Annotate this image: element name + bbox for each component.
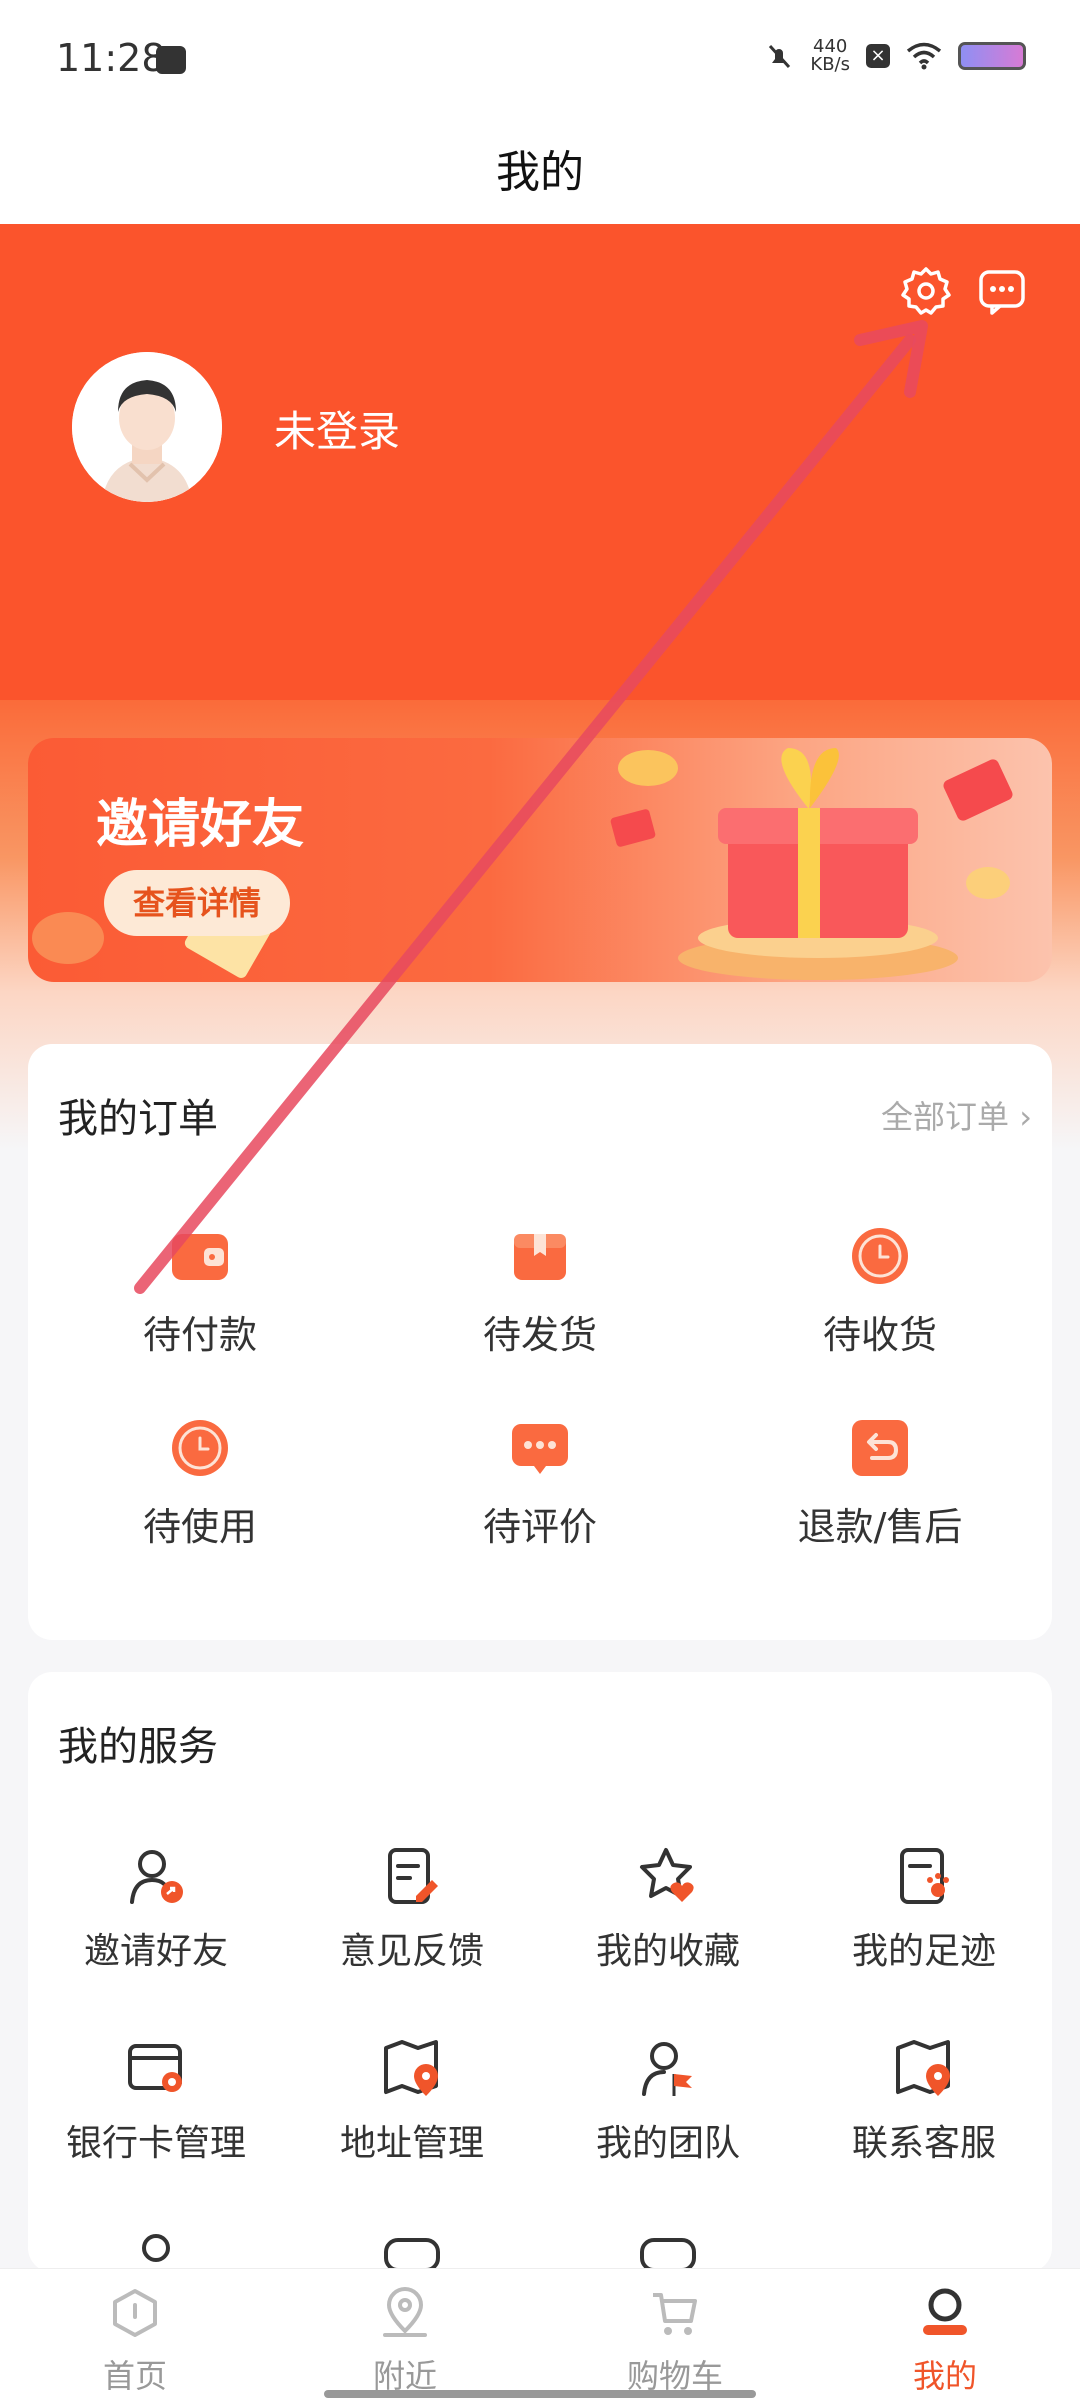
- tab-home[interactable]: 首页: [0, 2269, 270, 2408]
- package-icon: [514, 1234, 566, 1280]
- service-footprints[interactable]: 我的足迹: [796, 1844, 1052, 1974]
- network-speed: 440 KB/s: [810, 38, 850, 74]
- view-details-button[interactable]: 查看详情: [104, 870, 290, 936]
- order-pending-receipt[interactable]: 待收货: [760, 1224, 1000, 1359]
- comment-icon: [512, 1424, 568, 1474]
- bottom-tab-bar: 首页 附近 购物车 我的: [0, 2268, 1080, 2408]
- address-icon: [384, 2040, 438, 2096]
- orders-title: 我的订单: [58, 1096, 218, 1142]
- service-bank-cards[interactable]: 银行卡管理: [28, 2036, 284, 2166]
- service-addresses[interactable]: 地址管理: [284, 2036, 540, 2166]
- settings-button[interactable]: [900, 265, 952, 317]
- service-label: 我的足迹: [851, 1931, 996, 1972]
- more-service-icon: [142, 2234, 170, 2262]
- gift-illustration: [32, 748, 1013, 980]
- notification-icon: [156, 46, 186, 74]
- service-favorites[interactable]: 我的收藏: [540, 1844, 796, 1974]
- order-label: 待评价: [482, 1505, 597, 1549]
- order-pending-review[interactable]: 待评价: [420, 1416, 660, 1551]
- banner-title: 邀请好友: [96, 795, 305, 855]
- order-refund-aftersale[interactable]: 退款/售后: [760, 1416, 1000, 1551]
- service-label: 联系客服: [851, 2123, 996, 2164]
- message-button[interactable]: [976, 265, 1028, 317]
- service-customer-service[interactable]: 联系客服: [796, 2036, 1052, 2166]
- tab-nearby[interactable]: 附近: [270, 2269, 540, 2408]
- view-all-orders-link[interactable]: 全部订单 ›: [881, 1092, 1032, 1138]
- wifi-icon: [906, 42, 942, 70]
- return-icon: [852, 1420, 908, 1476]
- status-bar: 11:28 440 KB/s ×: [0, 0, 1080, 120]
- title-bar: 我的: [0, 120, 1080, 224]
- mute-icon: [769, 44, 791, 69]
- service-label: 我的团队: [595, 2123, 740, 2164]
- avatar-icon: [72, 352, 222, 502]
- service-label: 我的收藏: [595, 1931, 740, 1972]
- service-my-team[interactable]: 我的团队: [540, 2036, 796, 2166]
- invite-banner[interactable]: 邀请好友 查看详情: [28, 738, 1052, 982]
- chevron-right-icon: ›: [1019, 1098, 1032, 1136]
- order-pending-use[interactable]: 待使用: [80, 1416, 320, 1551]
- tab-profile[interactable]: 我的: [810, 2269, 1080, 2408]
- more-service-icon: [384, 2238, 440, 2272]
- order-label: 退款/售后: [797, 1505, 963, 1549]
- order-label: 待发货: [482, 1313, 597, 1357]
- cart-icon: [653, 2293, 697, 2335]
- favorite-icon: [640, 1848, 694, 1902]
- service-label: 意见反馈: [339, 1931, 484, 1972]
- status-icons: 440 KB/s ×: [764, 38, 1026, 74]
- services-card: 我的服务 邀请好友 意见反馈 我的收藏 我的足迹 银行卡管理 地址管理 我的团队…: [28, 1672, 1052, 2272]
- profile-icon: [923, 2288, 967, 2335]
- customer-service-icon: [896, 2040, 950, 2096]
- service-label: 邀请好友: [83, 1931, 228, 1972]
- wallet-icon: [172, 1234, 228, 1280]
- view-all-label: 全部订单: [881, 1098, 1010, 1136]
- more-service-icon: [640, 2238, 696, 2272]
- battery-icon: [958, 42, 1026, 70]
- order-label: 待使用: [142, 1505, 257, 1549]
- home-indicator[interactable]: [324, 2390, 756, 2398]
- tab-label: 首页: [102, 2357, 167, 2395]
- tab-cart[interactable]: 购物车: [540, 2269, 810, 2408]
- order-pending-payment[interactable]: 待付款: [80, 1224, 320, 1359]
- invite-user-icon: [130, 1850, 183, 1904]
- home-icon: [113, 2289, 157, 2337]
- feedback-icon: [388, 1848, 438, 1904]
- sim-off-icon: ×: [866, 44, 890, 68]
- tab-label: 我的: [912, 2357, 977, 2395]
- service-invite-friends[interactable]: 邀请好友: [28, 1844, 284, 1974]
- service-label: 银行卡管理: [65, 2123, 246, 2164]
- orders-card: 我的订单 全部订单 › 待付款 待发货 待收货 待使用 待评价 退款/售后: [28, 1044, 1052, 1640]
- clock-icon: [852, 1228, 908, 1284]
- speed-unit: KB/s: [810, 54, 850, 75]
- service-label: 地址管理: [339, 2123, 484, 2164]
- bank-card-icon: [128, 2044, 182, 2092]
- order-label: 待收货: [822, 1313, 937, 1357]
- status-time: 11:28: [56, 36, 166, 80]
- service-feedback[interactable]: 意见反馈: [284, 1844, 540, 1974]
- page-title: 我的: [496, 147, 584, 198]
- location-icon: [383, 2287, 427, 2337]
- clock-icon: [172, 1420, 228, 1476]
- services-title: 我的服务: [58, 1724, 218, 1770]
- username[interactable]: 未登录: [274, 398, 400, 459]
- order-pending-shipment[interactable]: 待发货: [420, 1224, 660, 1359]
- team-icon: [642, 2042, 692, 2096]
- footprint-icon: [900, 1848, 949, 1904]
- order-label: 待付款: [142, 1313, 257, 1357]
- avatar[interactable]: [72, 352, 222, 502]
